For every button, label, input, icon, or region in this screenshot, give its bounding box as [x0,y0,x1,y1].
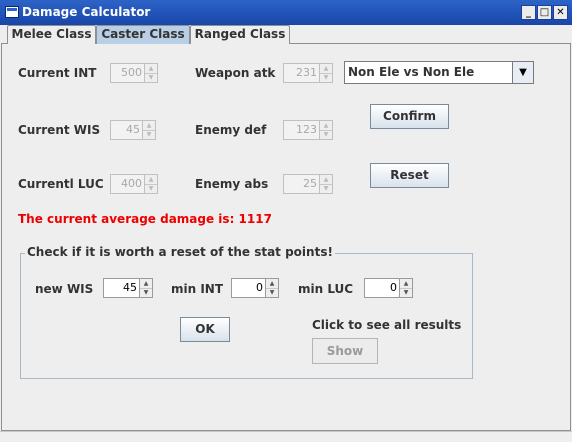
tab-melee-class[interactable]: Melee Class [7,25,96,44]
current-luc-value: 400 [121,177,142,190]
current-wis-spinner[interactable]: 45 ▲ ▼ [110,120,156,140]
spin-down-icon[interactable]: ▼ [320,130,332,139]
maximize-icon[interactable]: □ [537,5,552,20]
spin-down-icon[interactable]: ▼ [143,130,155,139]
reset-check-group [20,253,473,379]
tab-ranged-class[interactable]: Ranged Class [190,25,290,44]
window-bottom-edge [0,431,572,442]
chevron-down-icon[interactable]: ▼ [512,62,533,83]
current-wis-label: Current WIS [18,123,101,137]
new-wis-value: 45 [123,281,137,294]
tab-caster-class[interactable]: Caster Class [96,25,190,44]
current-wis-value: 45 [126,123,140,136]
element-select[interactable]: Non Ele vs Non Ele ▼ [344,61,534,84]
spin-down-icon[interactable]: ▼ [140,288,152,297]
reset-check-title: Check if it is worth a reset of the stat… [25,245,335,259]
window-title: Damage Calculator [22,5,151,19]
minimize-icon[interactable]: _ [521,5,536,20]
spin-down-icon[interactable]: ▼ [320,184,332,193]
confirm-button[interactable]: Confirm [370,104,449,129]
reset-button[interactable]: Reset [370,163,449,188]
min-luc-value: 0 [390,281,397,294]
weapon-atk-spinner[interactable]: 231 ▲ ▼ [283,63,333,83]
current-damage-result: The current average damage is: 1117 [18,212,272,226]
enemy-def-label: Enemy def [195,123,267,137]
spin-down-icon[interactable]: ▼ [400,288,412,297]
show-button[interactable]: Show [312,338,378,364]
current-int-spinner[interactable]: 500 ▲ ▼ [110,63,158,83]
current-luc-spinner[interactable]: 400 ▲ ▼ [110,174,158,194]
weapon-atk-label: Weapon atk [195,66,276,80]
enemy-abs-label: Enemy abs [195,177,269,191]
min-int-label: min INT [171,282,224,296]
weapon-atk-value: 231 [296,66,317,79]
close-icon[interactable]: ✕ [553,5,568,20]
min-luc-spinner[interactable]: 0 ▲ ▼ [364,278,413,298]
enemy-def-value: 123 [296,123,317,136]
title-bar: Damage Calculator _ □ ✕ [0,0,572,25]
enemy-abs-value: 25 [303,177,317,190]
app-icon [5,6,19,18]
ok-button[interactable]: OK [180,317,230,342]
spin-down-icon[interactable]: ▼ [266,288,278,297]
spin-down-icon[interactable]: ▼ [145,73,157,82]
min-int-spinner[interactable]: 0 ▲ ▼ [231,278,279,298]
spin-down-icon[interactable]: ▼ [145,184,157,193]
current-int-value: 500 [121,66,142,79]
new-wis-label: new WIS [35,282,94,296]
enemy-def-spinner[interactable]: 123 ▲ ▼ [283,120,333,140]
new-wis-spinner[interactable]: 45 ▲ ▼ [103,278,153,298]
spin-down-icon[interactable]: ▼ [320,73,332,82]
show-results-hint: Click to see all results [312,318,462,332]
current-int-label: Current INT [18,66,97,80]
min-int-value: 0 [256,281,263,294]
current-luc-label: Currentl LUC [18,177,104,191]
element-select-value: Non Ele vs Non Ele [348,65,475,79]
min-luc-label: min LUC [298,282,354,296]
enemy-abs-spinner[interactable]: 25 ▲ ▼ [283,174,333,194]
